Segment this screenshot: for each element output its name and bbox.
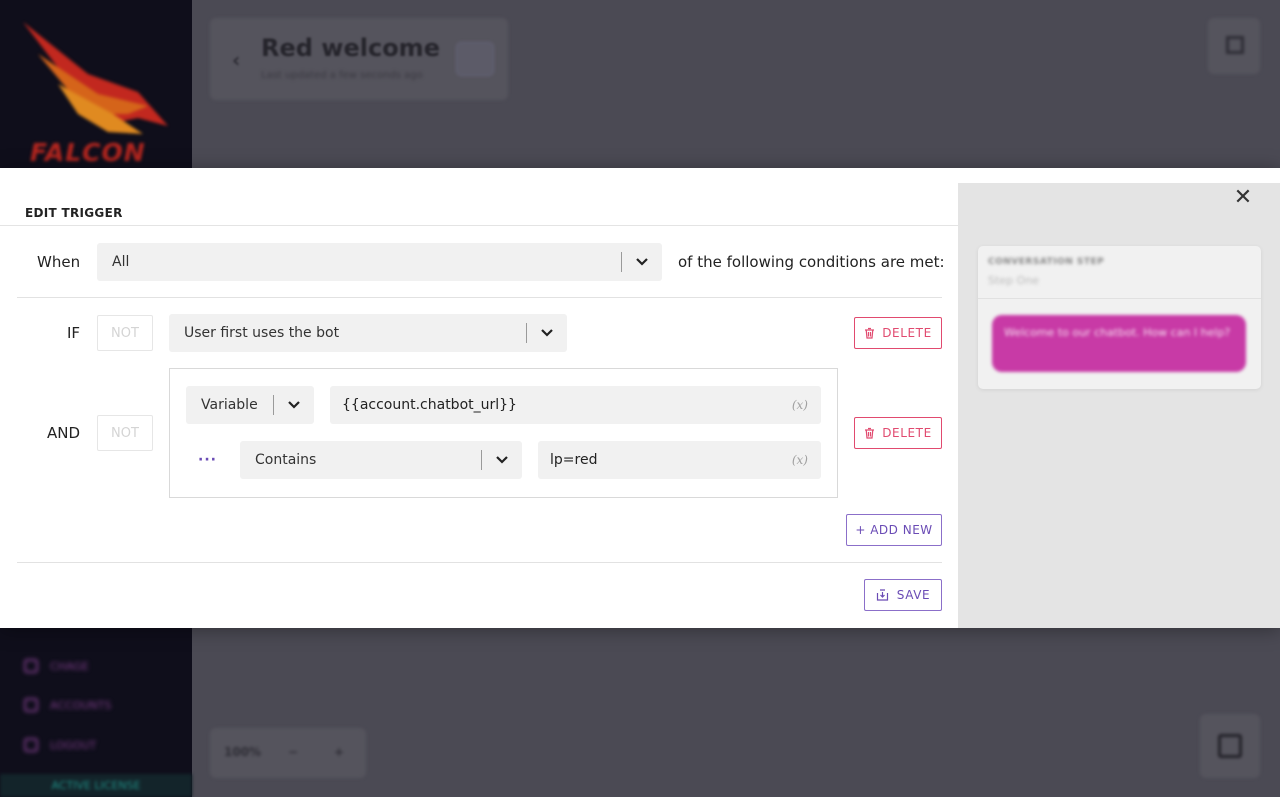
sidebar-item-label: CHAGE — [50, 659, 89, 673]
match-mode-select[interactable]: All — [97, 243, 662, 281]
divider — [17, 562, 942, 563]
chevron-down-icon — [622, 258, 662, 266]
back-chevron-icon[interactable]: ‹ — [232, 48, 240, 72]
zoom-in-button[interactable]: + — [334, 745, 344, 759]
chevron-down-icon — [482, 456, 522, 464]
trash-icon — [865, 427, 875, 439]
user-icon — [24, 698, 38, 712]
sidebar-item-accounts[interactable]: ACCOUNTS — [24, 698, 111, 712]
conversation-step-card[interactable]: CONVERSATION STEP Step One Welcome to ou… — [978, 246, 1261, 389]
divider — [17, 297, 942, 298]
zoom-out-button[interactable]: − — [288, 745, 298, 759]
trash-icon — [865, 327, 875, 339]
match-mode-value: All — [112, 254, 130, 270]
conditions-suffix: of the following conditions are met: — [678, 253, 945, 271]
delete-label: DELETE — [882, 326, 932, 340]
variable-value: {{account.chatbot_url}} — [342, 397, 517, 413]
variable-input[interactable]: {{account.chatbot_url}} (x) — [330, 386, 821, 424]
operator-select[interactable]: Contains — [240, 441, 522, 479]
page-subtitle: Last updated a few seconds ago — [261, 70, 423, 81]
sidebar-item-label: LOGOUT — [50, 738, 97, 752]
layout-button[interactable] — [1208, 18, 1260, 74]
gift-button[interactable] — [1200, 714, 1260, 778]
when-label: When — [37, 253, 81, 271]
delete-and-button[interactable]: DELETE — [854, 417, 942, 449]
gift-icon — [1218, 734, 1242, 758]
card-divider — [978, 298, 1261, 299]
variable-picker-icon[interactable]: (x) — [792, 453, 821, 467]
save-label: SAVE — [896, 588, 931, 602]
and-not-toggle[interactable]: NOT — [97, 415, 153, 451]
add-new-button[interactable]: + ADD NEW — [846, 514, 942, 546]
sidebar-item-change[interactable]: CHAGE — [24, 659, 89, 673]
grid-icon — [1226, 36, 1244, 54]
brand-name: FALCON — [30, 138, 146, 167]
and-label: AND — [47, 424, 81, 442]
step-name: Step One — [988, 274, 1039, 287]
if-not-toggle[interactable]: NOT — [97, 315, 153, 351]
sidebar-item-logout[interactable]: LOGOUT — [24, 738, 96, 752]
source-type-select[interactable]: Variable — [186, 386, 314, 424]
if-condition-value: User first uses the bot — [184, 325, 340, 341]
edit-title-button[interactable] — [456, 42, 494, 76]
delete-label: DELETE — [882, 426, 932, 440]
save-button[interactable]: SAVE — [864, 579, 942, 611]
variable-picker-icon[interactable]: (x) — [792, 398, 821, 412]
if-label: IF — [67, 324, 81, 342]
chevron-down-icon — [274, 401, 314, 409]
logout-icon — [24, 738, 38, 752]
zoom-level: 100% — [224, 745, 262, 759]
page-title: Red welcome — [261, 34, 440, 62]
chat-bubble: Welcome to our chatbot. How can I help? — [992, 315, 1246, 372]
chevron-down-icon — [527, 329, 567, 337]
value-input[interactable]: lp=red (x) — [538, 441, 821, 479]
more-options-icon[interactable]: ··· — [198, 452, 217, 468]
value-text: lp=red — [550, 452, 598, 468]
modal-header: EDIT TRIGGER — [0, 183, 963, 226]
zoom-control: 100% − + — [210, 728, 366, 778]
modal-title: EDIT TRIGGER — [25, 206, 123, 220]
conversation-step-label: CONVERSATION STEP — [988, 257, 1105, 267]
edit-trigger-modal: EDIT TRIGGER ✕ CONVERSATION STEP Step On… — [0, 168, 1280, 628]
link-icon — [24, 659, 38, 673]
sidebar-item-label: ACCOUNTS — [50, 698, 112, 712]
close-icon[interactable]: ✕ — [1231, 186, 1255, 210]
delete-if-button[interactable]: DELETE — [854, 317, 942, 349]
license-badge: ACTIVE LICENSE — [0, 774, 192, 797]
operator-value: Contains — [255, 452, 317, 468]
if-condition-select[interactable]: User first uses the bot — [169, 314, 567, 352]
save-icon — [876, 589, 888, 601]
source-type-value: Variable — [201, 397, 258, 413]
